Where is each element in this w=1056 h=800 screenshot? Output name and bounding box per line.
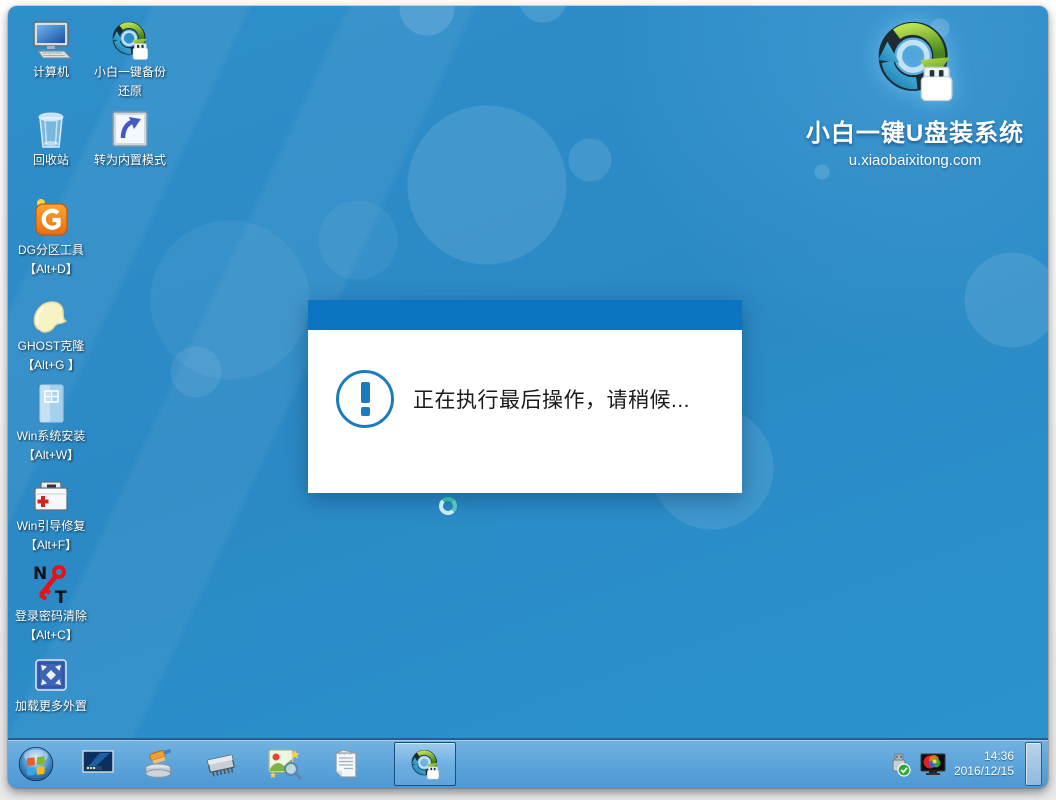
load-more-icon — [30, 654, 72, 696]
desktop-icon-computer[interactable]: 计算机 — [8, 18, 96, 83]
win-install-icon — [32, 382, 70, 426]
desktop-icon-backup-restore[interactable]: 小白一键备份 还原 — [85, 18, 175, 100]
progress-dialog: 正在执行最后操作，请稍候... — [308, 300, 742, 493]
dialog-titlebar — [308, 300, 742, 330]
desktop-icon-recycle-bin[interactable]: 回收站 — [8, 106, 96, 171]
loading-spinner-icon — [439, 497, 457, 515]
notepad-button[interactable] — [328, 744, 364, 784]
desktop-icon-password-clear[interactable]: N T 登录密码清除 【Alt+C】 — [8, 562, 96, 644]
ram-chip-icon — [204, 748, 240, 780]
desktop-icon-dg-partition[interactable]: DG分区工具 【Alt+D】 — [8, 196, 96, 278]
desktop-screen: 小白一键U盘装系统 u.xiaobaixitong.com 计算机 小白一键备份… — [8, 6, 1048, 788]
desktop-icon-win-boot-repair[interactable]: Win引导修复 【Alt+F】 — [8, 472, 96, 554]
picture-magnifier-icon — [266, 747, 302, 781]
tray-date: 2016/12/15 — [954, 764, 1014, 779]
xiaobai-app-icon — [408, 747, 442, 781]
start-button[interactable] — [18, 744, 54, 784]
tray-time: 14:36 — [954, 749, 1014, 764]
windows-orb-icon — [18, 742, 54, 786]
desktop-icon-internal-mode[interactable]: 转为内置模式 — [85, 106, 175, 171]
backup-restore-icon — [108, 18, 152, 62]
computer-icon — [28, 20, 74, 62]
dialog-message: 正在执行最后操作，请稍候... — [413, 384, 690, 414]
memory-tool-button[interactable] — [204, 744, 240, 784]
brand-area: 小白一键U盘装系统 u.xiaobaixitong.com — [790, 14, 1040, 169]
brand-title: 小白一键U盘装系统 — [790, 113, 1040, 148]
tray-clock[interactable]: 14:36 2016/12/15 — [954, 749, 1014, 779]
desktop-icon-load-more[interactable]: 加载更多外置 — [8, 652, 96, 717]
desktop-icon-win-install[interactable]: Win系统安装 【Alt+W】 — [8, 382, 96, 464]
disk-cleanup-icon — [142, 747, 178, 781]
brand-url: u.xiaobaixitong.com — [790, 152, 1040, 169]
display-color-icon[interactable] — [919, 751, 947, 777]
password-clear-icon: N T — [29, 562, 73, 606]
brand-logo-icon — [867, 14, 963, 106]
dg-partition-icon — [30, 196, 72, 240]
desktop-icon-ghost-clone[interactable]: GHOST克隆 【Alt+G 】 — [8, 292, 96, 374]
usb-safely-remove-icon[interactable] — [886, 751, 912, 777]
dialog-body: 正在执行最后操作，请稍候... — [308, 330, 742, 493]
disk-tools-button[interactable] — [142, 744, 178, 784]
exclamation-circle-icon — [336, 370, 394, 428]
notepad-icon — [329, 747, 363, 781]
show-desktop-button[interactable] — [1025, 742, 1042, 786]
screenshot-tool-button[interactable] — [266, 744, 302, 784]
recycle-bin-icon — [31, 106, 71, 150]
xiaobai-app-button[interactable] — [394, 742, 456, 786]
display-settings-button[interactable] — [80, 744, 116, 784]
taskbar: 14:36 2016/12/15 — [8, 738, 1048, 788]
internal-mode-icon — [109, 108, 151, 150]
win-boot-repair-icon — [29, 474, 73, 516]
display-screen-icon — [80, 748, 116, 780]
ghost-clone-icon — [28, 294, 74, 336]
svg-text:N: N — [33, 564, 47, 584]
svg-text:T: T — [55, 588, 67, 606]
